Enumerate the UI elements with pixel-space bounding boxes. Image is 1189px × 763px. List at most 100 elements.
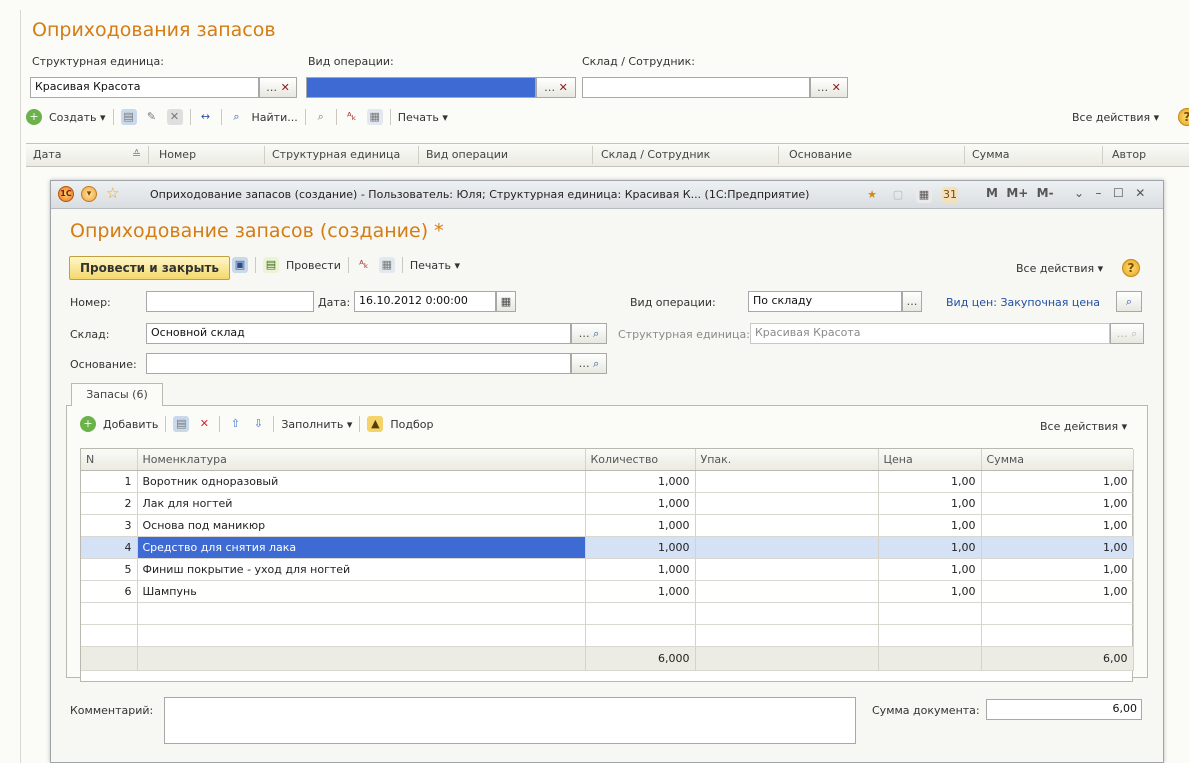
dt-kt-icon[interactable]: ᴬₖ (356, 257, 372, 273)
header-sum[interactable]: Сумма (981, 449, 1134, 471)
row-sum[interactable]: 1,00 (981, 492, 1134, 515)
row-quantity[interactable]: 1,000 (585, 470, 696, 493)
copy-icon[interactable]: ▤ (120, 109, 137, 125)
calculator-icon[interactable]: ▦ (916, 187, 932, 203)
row-nomenclature[interactable]: Воротник одноразовый (137, 470, 586, 493)
create-button[interactable]: Создать ▾ (49, 111, 106, 124)
edit-icon[interactable]: ✎ (144, 109, 160, 125)
search-icon[interactable]: ⌕ (593, 327, 599, 340)
row-nomenclature[interactable]: Основа под маникюр (137, 514, 586, 537)
search-icon[interactable]: ⌕ (593, 357, 599, 370)
help-icon[interactable]: ? (1178, 108, 1189, 126)
row-quantity[interactable]: 1,000 (585, 558, 696, 581)
row-pack[interactable] (695, 580, 879, 603)
link-icon[interactable]: ▢ (890, 187, 906, 203)
table-row[interactable]: 1 Воротник одноразовый 1,000 1,00 1,00 (81, 470, 1134, 493)
unit-filter-input[interactable]: Красивая Красота (30, 77, 259, 98)
header-n[interactable]: N (81, 449, 138, 471)
post-toggle-icon[interactable]: ↔ (198, 109, 214, 125)
copy-row-icon[interactable]: ▤ (173, 416, 190, 432)
col-basis[interactable]: Основание (789, 148, 852, 161)
clear-icon[interactable]: ✕ (832, 81, 841, 94)
col-unit[interactable]: Структурная единица (272, 148, 400, 161)
move-down-icon[interactable]: ⇩ (250, 416, 266, 432)
row-nomenclature[interactable]: Финиш покрытие - уход для ногтей (137, 558, 586, 581)
header-nomenclature[interactable]: Номенклатура (137, 449, 586, 471)
favorite-star-icon[interactable]: ☆ (106, 184, 119, 202)
unit-filter-buttons[interactable]: … ✕ (259, 77, 297, 98)
row-price[interactable]: 1,00 (878, 580, 982, 603)
sort-icon[interactable]: ≙ (132, 148, 141, 161)
row-sum[interactable]: 1,00 (981, 470, 1134, 493)
favorites-icon[interactable]: ★ (864, 187, 880, 203)
report-icon[interactable]: ▦ (366, 109, 383, 125)
comment-field[interactable] (164, 697, 856, 744)
warehouse-field-buttons[interactable]: … ⌕ (571, 323, 607, 344)
row-quantity[interactable]: 1,000 (585, 536, 696, 559)
tab-stocks[interactable]: Запасы (6) (71, 383, 163, 406)
warehouse-field[interactable]: Основной склад (146, 323, 571, 344)
row-sum[interactable]: 1,00 (981, 558, 1134, 581)
memory-m-button[interactable]: M (986, 186, 998, 200)
col-date[interactable]: Дата (33, 148, 61, 161)
table-row-selected[interactable]: 4 Средство для снятия лака 1,000 1,00 1,… (81, 536, 1134, 559)
optype-field[interactable]: По складу (748, 291, 902, 312)
find-button[interactable]: Найти... (252, 111, 298, 124)
row-pack[interactable] (695, 558, 879, 581)
row-nomenclature[interactable]: Лак для ногтей (137, 492, 586, 515)
memory-plus-button[interactable]: M+ (1006, 186, 1028, 200)
row-quantity[interactable]: 1,000 (585, 514, 696, 537)
row-quantity[interactable]: 1,000 (585, 492, 696, 515)
row-sum[interactable]: 1,00 (981, 536, 1134, 559)
header-quantity[interactable]: Количество (585, 449, 696, 471)
minimize-icon[interactable]: – (1096, 186, 1102, 200)
row-price[interactable]: 1,00 (878, 492, 982, 515)
calendar-picker-icon[interactable]: ▦ (496, 291, 516, 312)
row-price[interactable]: 1,00 (878, 536, 982, 559)
row-price[interactable]: 1,00 (878, 470, 982, 493)
help-icon[interactable]: ? (1122, 259, 1140, 277)
save-icon[interactable]: ▣ (232, 257, 248, 273)
memory-minus-button[interactable]: M- (1037, 186, 1054, 200)
report-icon[interactable]: ▦ (378, 257, 395, 273)
optype-select-button[interactable]: … (902, 291, 922, 312)
post-and-close-button[interactable]: Провести и закрыть (69, 256, 230, 280)
header-pack[interactable]: Упак. (695, 449, 879, 471)
print-button[interactable]: Печать ▾ (398, 111, 448, 124)
row-price[interactable]: 1,00 (878, 558, 982, 581)
calendar-icon[interactable]: 31 (942, 187, 958, 203)
number-field[interactable] (146, 291, 314, 312)
row-pack[interactable] (695, 470, 879, 493)
row-pack[interactable] (695, 514, 879, 537)
post-button[interactable]: Провести (286, 259, 341, 272)
window-menu-icon[interactable]: ▾ (81, 186, 97, 202)
warehouse-filter-input[interactable] (582, 77, 810, 98)
doc-all-actions-button[interactable]: Все действия ▾ (1016, 262, 1103, 275)
delete-row-icon[interactable]: ✕ (196, 416, 212, 432)
row-quantity[interactable]: 1,000 (585, 580, 696, 603)
col-optype[interactable]: Вид операции (426, 148, 508, 161)
app-logo-icon[interactable]: 1C (58, 186, 74, 202)
clear-icon[interactable]: ✕ (281, 81, 290, 94)
delete-icon[interactable]: ✕ (166, 109, 183, 125)
optype-filter-buttons[interactable]: … ✕ (536, 77, 576, 98)
row-pack[interactable] (695, 536, 879, 559)
table-row[interactable]: 6 Шампунь 1,000 1,00 1,00 (81, 580, 1134, 603)
row-nomenclature[interactable]: Шампунь (137, 580, 586, 603)
close-icon[interactable]: ✕ (1135, 186, 1145, 200)
basis-field[interactable] (146, 353, 571, 374)
optype-filter-input[interactable] (306, 77, 536, 98)
table-row[interactable]: 2 Лак для ногтей 1,000 1,00 1,00 (81, 492, 1134, 515)
grid-all-actions-button[interactable]: Все действия ▾ (1040, 420, 1127, 433)
move-up-icon[interactable]: ⇧ (227, 416, 243, 432)
col-sum[interactable]: Сумма (972, 148, 1010, 161)
col-number[interactable]: Номер (159, 148, 196, 161)
search-icon[interactable]: ⌕ (1116, 291, 1142, 312)
table-row[interactable]: 3 Основа под маникюр 1,000 1,00 1,00 (81, 514, 1134, 537)
basis-field-buttons[interactable]: … ⌕ (571, 353, 607, 374)
dropdown-icon[interactable]: ⌄ (1074, 186, 1084, 200)
maximize-icon[interactable]: ☐ (1113, 186, 1124, 200)
all-actions-button[interactable]: Все действия ▾ (1072, 111, 1159, 124)
warehouse-filter-buttons[interactable]: … ✕ (810, 77, 848, 98)
header-price[interactable]: Цена (878, 449, 982, 471)
